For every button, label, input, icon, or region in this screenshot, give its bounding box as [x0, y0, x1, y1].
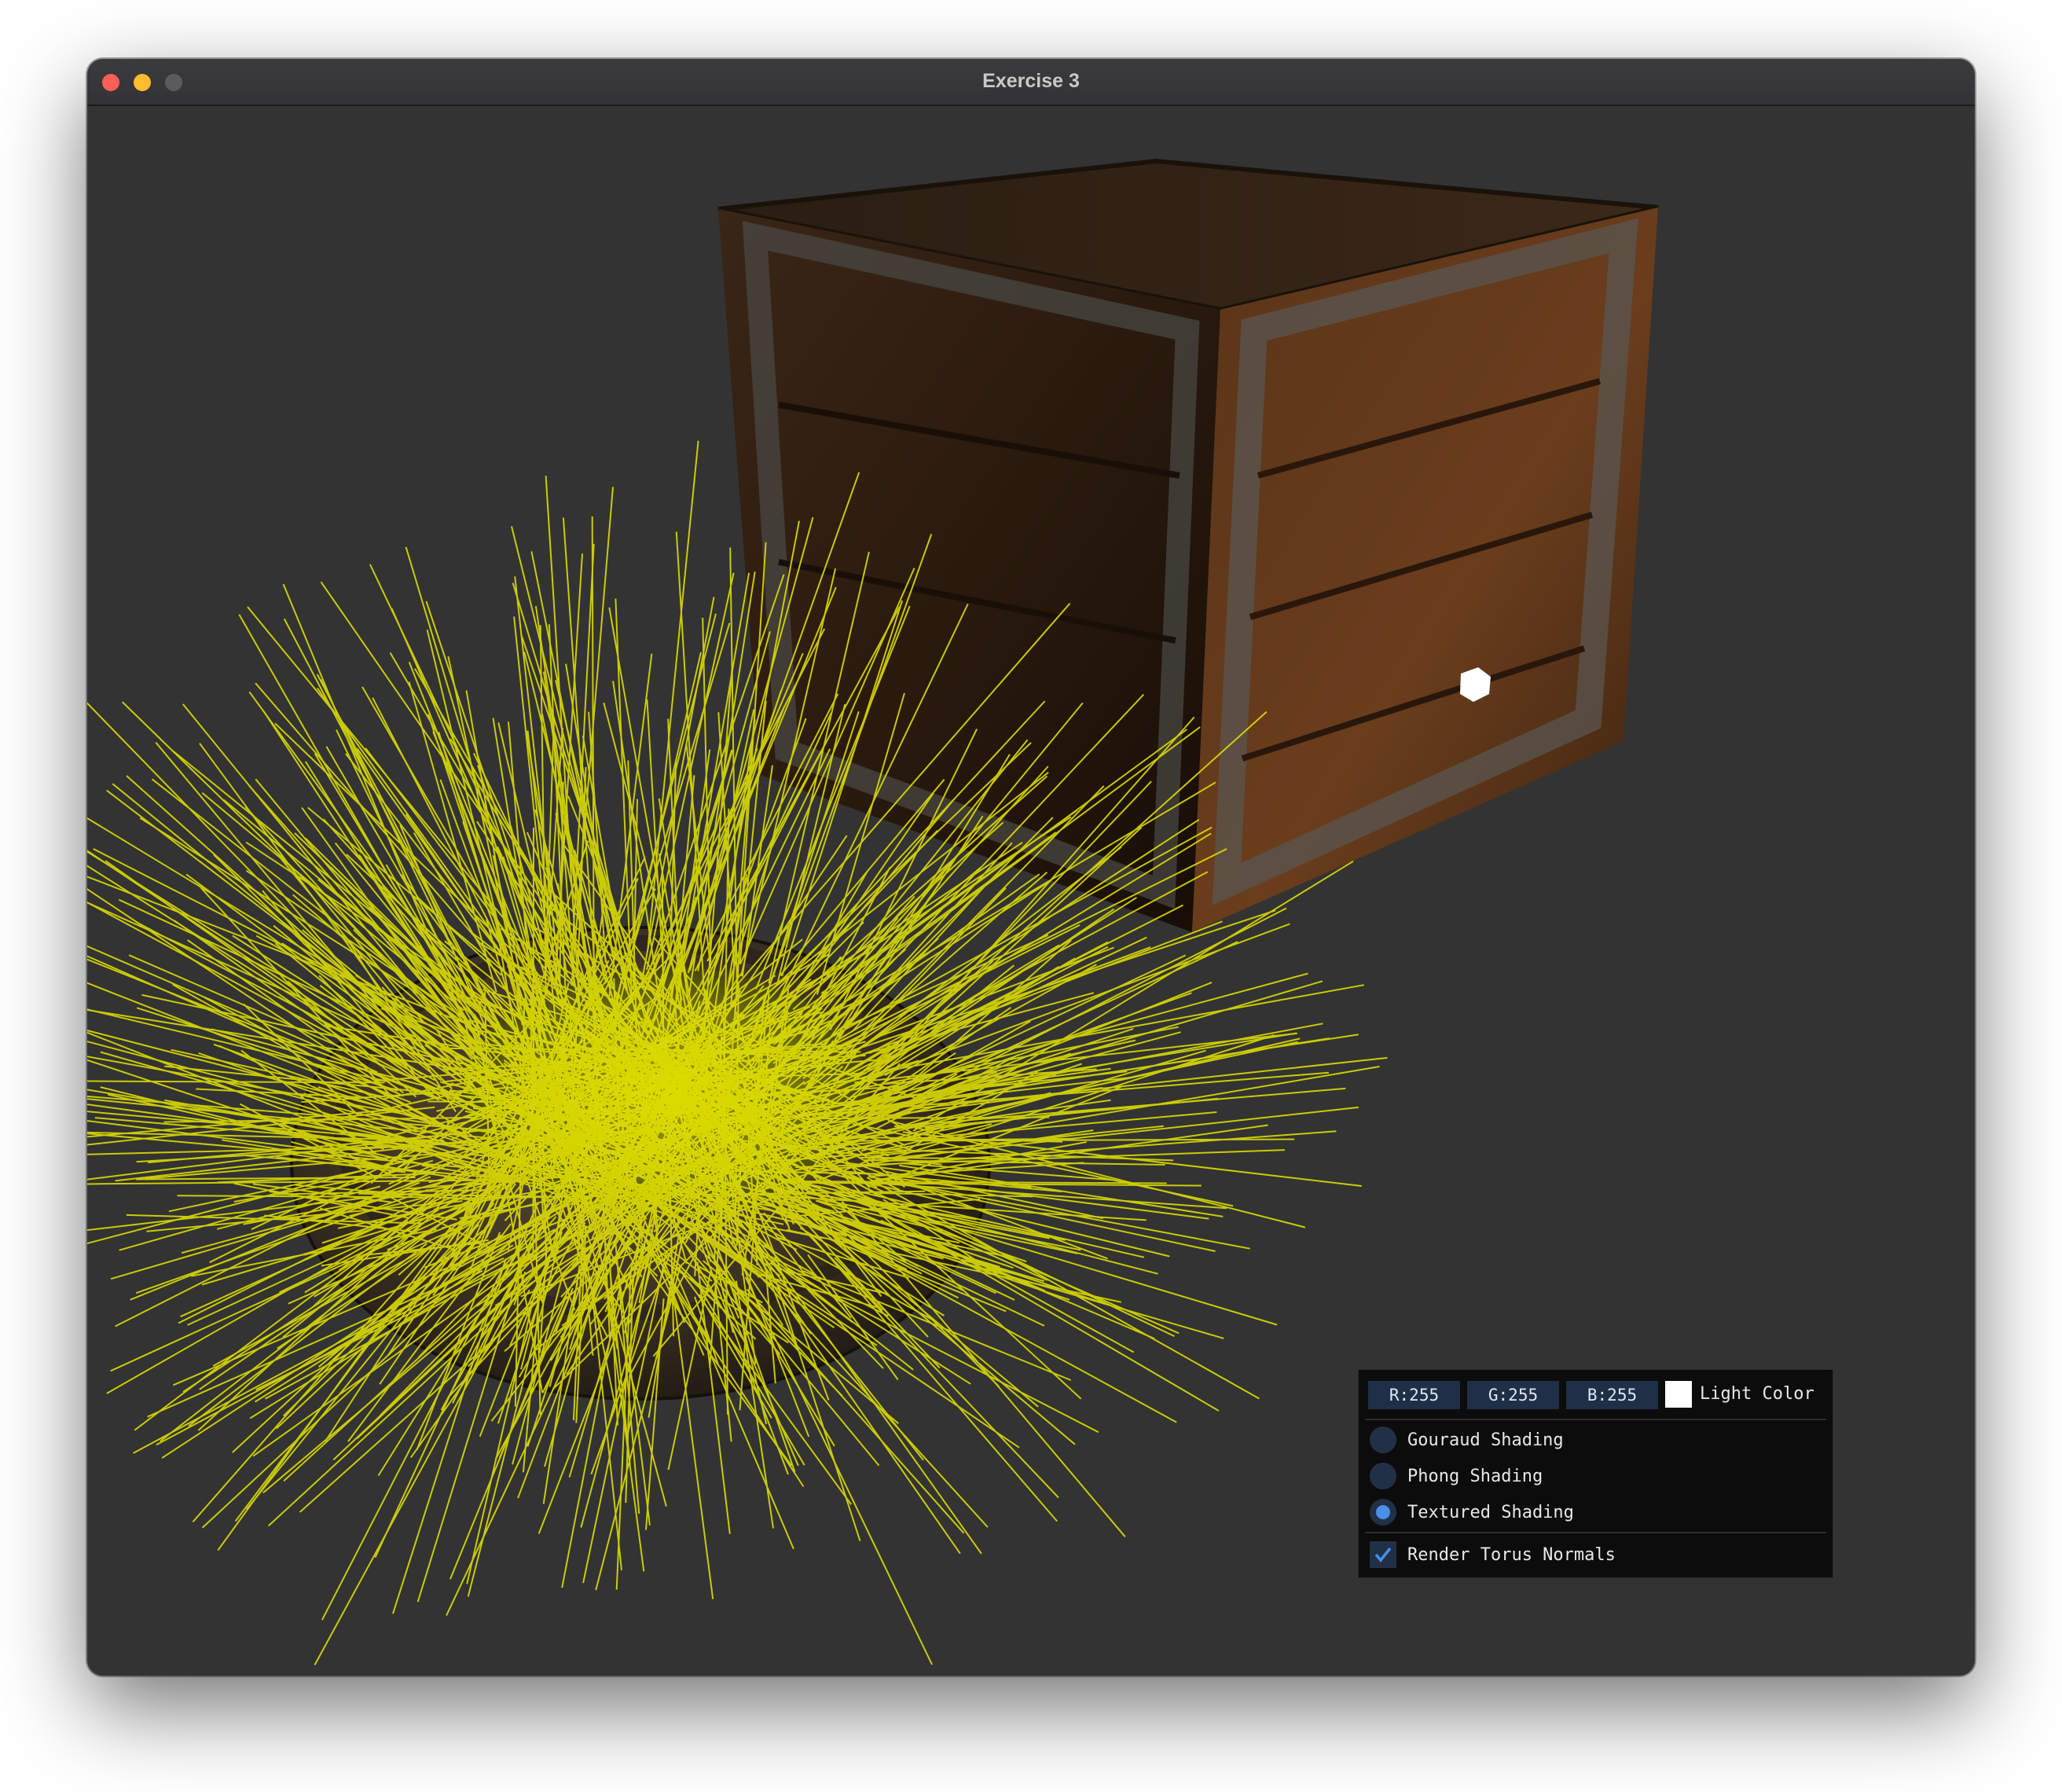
- render-normals-label[interactable]: Render Torus Normals: [1407, 1545, 1616, 1565]
- light-color-red-field[interactable]: R:255: [1368, 1381, 1460, 1409]
- imgui-control-panel[interactable]: R:255 G:255 B:255 Light Color Gouraud Sh…: [1358, 1369, 1833, 1578]
- app-window: Exercise 3 R:255 G:255 B:255 Light Color…: [87, 59, 1975, 1676]
- phong-shading-label[interactable]: Phong Shading: [1407, 1467, 1543, 1486]
- normal-line: [853, 896, 1138, 1078]
- title-bar[interactable]: Exercise 3: [87, 59, 1975, 106]
- light-color-blue-field[interactable]: B:255: [1566, 1381, 1658, 1409]
- panel-separator: [1365, 1532, 1826, 1533]
- gouraud-shading-label[interactable]: Gouraud Shading: [1407, 1430, 1564, 1450]
- render-viewport[interactable]: R:255 G:255 B:255 Light Color Gouraud Sh…: [87, 106, 1975, 1676]
- textured-shading-label[interactable]: Textured Shading: [1407, 1503, 1574, 1522]
- window-title: Exercise 3: [982, 70, 1080, 92]
- normal-line: [771, 848, 1227, 1076]
- render-normals-checkbox[interactable]: [1370, 1541, 1396, 1568]
- normal-line: [325, 746, 477, 1006]
- light-color-swatch[interactable]: [1665, 1381, 1692, 1408]
- panel-separator: [1365, 1419, 1826, 1420]
- phong-shading-radio[interactable]: [1370, 1463, 1396, 1489]
- gouraud-shading-radio[interactable]: [1370, 1427, 1396, 1453]
- checkmark-icon: [1374, 1547, 1392, 1562]
- light-color-green-field[interactable]: G:255: [1467, 1381, 1559, 1409]
- crate-object: [717, 158, 1659, 932]
- textured-shading-radio[interactable]: [1370, 1499, 1396, 1526]
- light-color-label: Light Color: [1700, 1384, 1814, 1404]
